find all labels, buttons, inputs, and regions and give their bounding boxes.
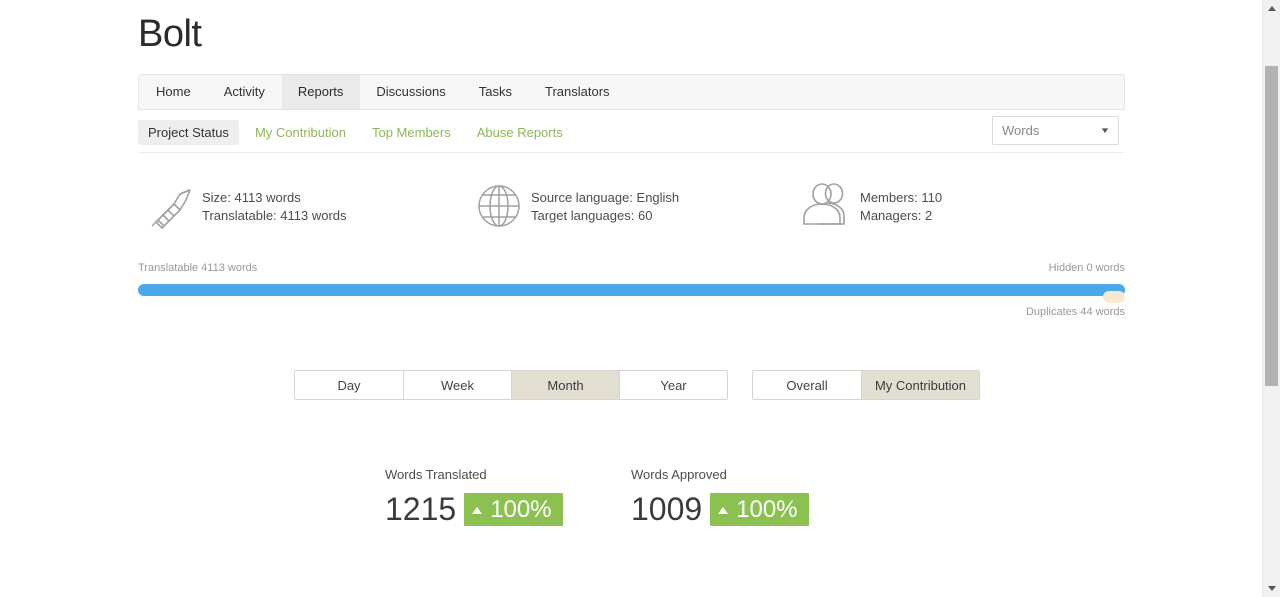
summary-languages-line2: Target languages: 60 [531, 208, 653, 223]
tab-tasks[interactable]: Tasks [463, 75, 529, 109]
scope-button-my-contribution[interactable]: My Contribution [862, 371, 979, 399]
subnav-item-my-contribution[interactable]: My Contribution [245, 120, 356, 145]
summary-languages: Source language: English Target language… [467, 178, 796, 238]
summary-people: Members: 110 Managers: 2 [796, 178, 1125, 238]
period-button-year[interactable]: Year [620, 371, 727, 399]
stat-words-approved-label: Words Approved [631, 467, 727, 482]
tab-translators[interactable]: Translators [529, 75, 627, 109]
period-button-month[interactable]: Month [512, 371, 620, 399]
tab-home[interactable]: Home [139, 75, 208, 109]
summary-people-line1: Members: 110 [860, 190, 943, 205]
stat-words-translated-label: Words Translated [385, 467, 487, 482]
subnav-item-abuse-reports[interactable]: Abuse Reports [467, 120, 573, 145]
users-icon [796, 178, 860, 234]
scope-button-overall[interactable]: Overall [753, 371, 862, 399]
page-root: Bolt Home Activity Reports Discussions T… [0, 0, 1280, 597]
chevron-down-icon: ▼ [1099, 126, 1111, 135]
tab-discussions[interactable]: Discussions [360, 75, 462, 109]
summary-languages-text: Source language: English Target language… [531, 178, 679, 225]
stat-words-approved-row: 1009 100% [631, 490, 877, 528]
page-title: Bolt [138, 13, 202, 55]
stat-words-approved: Words Approved 1009 100% [631, 466, 877, 528]
caliper-icon [138, 178, 202, 234]
scroll-down-arrow-icon[interactable] [1263, 580, 1280, 597]
stat-words-approved-delta: 100% [736, 495, 798, 523]
main-nav-tabs: Home Activity Reports Discussions Tasks … [138, 74, 1125, 110]
arrow-up-icon [472, 506, 483, 514]
progress-bottom-labels: Duplicates 44 words [138, 306, 1125, 322]
stat-words-approved-badge: 100% [710, 492, 809, 526]
period-range-group: Day Week Month Year [294, 370, 728, 400]
period-controls: Day Week Month Year Overall My Contribut… [294, 370, 980, 400]
period-button-day[interactable]: Day [295, 371, 404, 399]
project-summary: Size: 4113 words Translatable: 4113 word… [138, 178, 1125, 238]
subnav-divider [138, 152, 1125, 153]
progress-translatable-label: Translatable 4113 words [138, 262, 258, 274]
summary-people-line2: Managers: 2 [860, 208, 933, 223]
stats-row: Words Translated 1215 100% Words Approve… [385, 466, 877, 528]
progress-bar [138, 284, 1125, 303]
translation-progress: Translatable 4113 words Hidden 0 words D… [138, 262, 1125, 322]
globe-icon [467, 178, 531, 234]
period-button-week[interactable]: Week [404, 371, 512, 399]
tab-activity[interactable]: Activity [208, 75, 282, 109]
tab-reports[interactable]: Reports [281, 75, 361, 109]
arrow-up-icon [718, 506, 729, 514]
progress-duplicates-label: Duplicates 44 words [1025, 306, 1125, 318]
stat-words-translated-badge: 100% [464, 492, 563, 526]
stat-words-translated-row: 1215 100% [385, 490, 631, 528]
progress-segment-translatable [138, 284, 1125, 296]
units-select[interactable]: Words ▼ [992, 116, 1119, 145]
page-content: Bolt Home Activity Reports Discussions T… [0, 0, 1262, 597]
summary-people-text: Members: 110 Managers: 2 [860, 178, 942, 225]
summary-size-line2: Translatable: 4113 words [202, 208, 347, 223]
subnav-item-project-status[interactable]: Project Status [138, 119, 239, 145]
sub-nav: Project Status My Contribution Top Membe… [138, 113, 1125, 151]
units-select-value: Words [1002, 123, 1040, 138]
scrollbar-thumb[interactable] [1265, 66, 1278, 386]
scope-group: Overall My Contribution [752, 370, 980, 400]
progress-hidden-label: Hidden 0 words [1048, 262, 1125, 274]
summary-languages-line1: Source language: English [531, 190, 680, 205]
vertical-scrollbar[interactable] [1262, 0, 1280, 597]
stat-words-translated-value: 1215 [385, 491, 457, 527]
stat-words-translated: Words Translated 1215 100% [385, 466, 631, 528]
scroll-up-arrow-icon[interactable] [1263, 0, 1280, 17]
summary-size-text: Size: 4113 words Translatable: 4113 word… [202, 178, 347, 225]
subnav-item-top-members[interactable]: Top Members [362, 120, 461, 145]
stat-words-approved-value: 1009 [631, 491, 703, 527]
stat-words-translated-delta: 100% [490, 495, 552, 523]
progress-top-labels: Translatable 4113 words Hidden 0 words [138, 262, 1125, 278]
summary-size: Size: 4113 words Translatable: 4113 word… [138, 178, 467, 238]
summary-size-line1: Size: 4113 words [202, 190, 301, 205]
progress-segment-duplicates [1103, 291, 1125, 303]
